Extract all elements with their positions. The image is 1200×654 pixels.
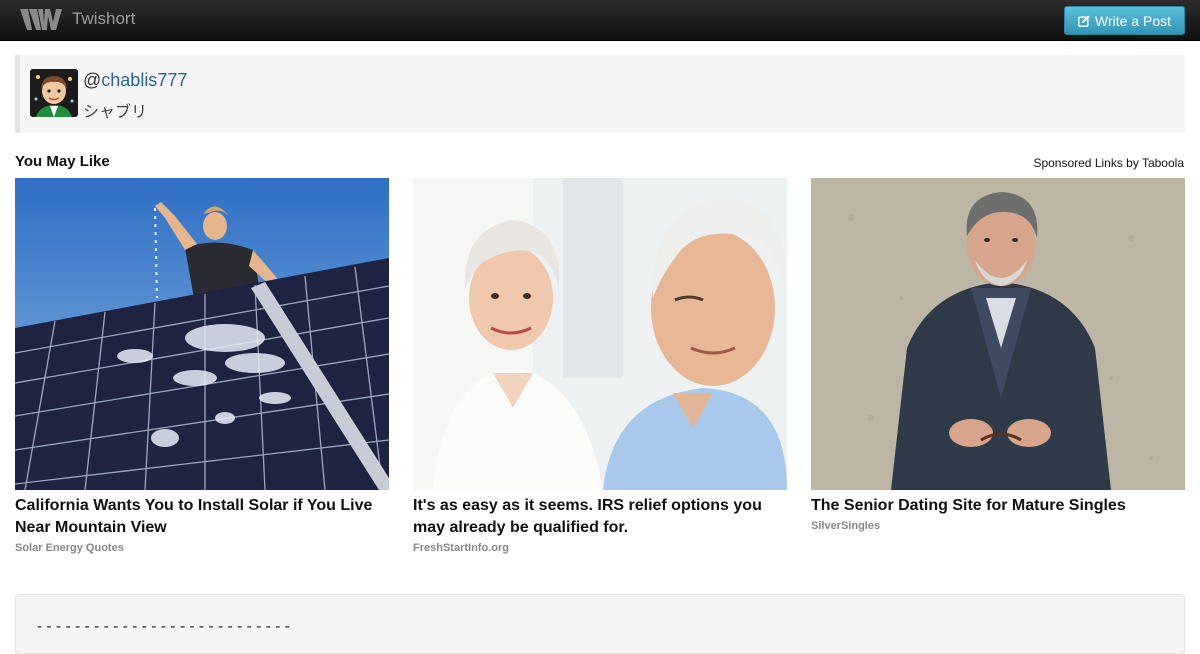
handle-prefix: @ xyxy=(83,70,102,90)
recommendation-source[interactable]: FreshStartInfo.org xyxy=(413,542,787,554)
avatar[interactable] xyxy=(30,69,78,117)
author-card: @chablis777 シャブリ xyxy=(15,55,1185,133)
edit-icon xyxy=(1078,15,1090,27)
brand-name[interactable]: Twishort xyxy=(72,9,135,29)
recommendation-card[interactable]: It's as easy as it seems. IRS relief opt… xyxy=(413,178,787,554)
write-post-label: Write a Post xyxy=(1095,12,1171,29)
twishort-logo-icon[interactable] xyxy=(18,6,64,33)
recommendation-headline[interactable]: California Wants You to Install Solar if… xyxy=(15,495,389,539)
author-handle-link[interactable]: @chablis777 xyxy=(83,70,187,91)
recommendation-headline[interactable]: It's as easy as it seems. IRS relief opt… xyxy=(413,495,787,539)
author-display-name: シャブリ xyxy=(83,102,148,121)
couple-photo-image[interactable] xyxy=(413,178,787,490)
write-post-button[interactable]: Write a Post xyxy=(1064,6,1185,35)
recommendation-source[interactable]: Solar Energy Quotes xyxy=(15,542,389,554)
senior-man-image[interactable] xyxy=(811,178,1185,490)
recommendation-card[interactable]: The Senior Dating Site for Mature Single… xyxy=(811,178,1185,532)
solar-panel-image[interactable] xyxy=(15,178,389,490)
recommendation-source[interactable]: SilverSingles xyxy=(811,520,1185,532)
recommendation-headline[interactable]: The Senior Dating Site for Mature Single… xyxy=(811,495,1185,517)
author-handle: chablis777 xyxy=(101,70,188,90)
top-navbar: Twishort Write a Post xyxy=(0,0,1200,41)
post-text: --------------------------- xyxy=(35,617,293,635)
post-content-box: --------------------------- xyxy=(15,594,1185,654)
sponsored-links-label[interactable]: Sponsored Links by Taboola xyxy=(1033,156,1184,170)
you-may-like-heading: You May Like xyxy=(15,153,110,170)
recommendation-card[interactable]: California Wants You to Install Solar if… xyxy=(15,178,389,554)
